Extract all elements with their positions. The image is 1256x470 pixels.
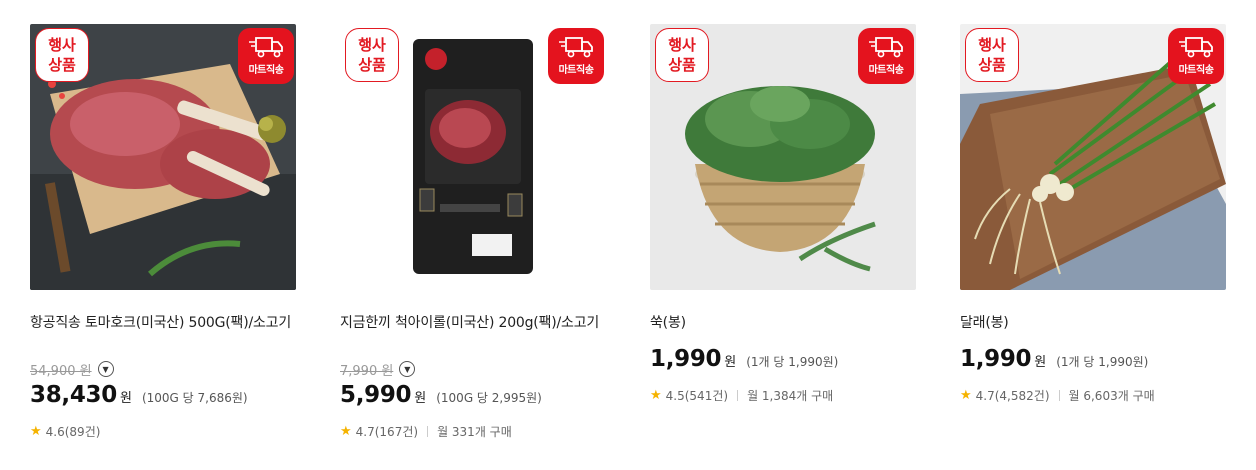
product-image[interactable]: 행사 상품 마트직송 (340, 24, 606, 290)
rating-row: ★ 4.5(541건) 월 1,384개 구매 (650, 387, 916, 404)
star-icon: ★ (960, 388, 972, 403)
mart-delivery-label: 마트직송 (1178, 65, 1214, 76)
event-badge-line2: 상품 (358, 56, 386, 74)
event-product-badge: 행사 상품 (35, 28, 89, 82)
event-badge-line2: 상품 (48, 56, 76, 74)
divider (1058, 390, 1060, 401)
rating-text: 4.5(541건) (665, 389, 729, 403)
original-price: 54,900 원 (30, 363, 92, 379)
rating-row: ★ 4.6(89건) (30, 423, 296, 440)
event-product-badge: 행사 상품 (965, 28, 1019, 82)
currency-label: 원 (119, 391, 132, 406)
product-image[interactable]: 행사 상품 마트직송 (650, 24, 916, 290)
chevron-down-circle-icon[interactable]: ▼ (97, 361, 114, 377)
divider (427, 426, 429, 437)
sale-price: 38,430 (30, 382, 117, 408)
star-icon: ★ (650, 388, 662, 403)
price-row: 38,430 원 (100G 당 7,686원) (30, 382, 296, 414)
price-row: 5,990 원 (100G 당 2,995원) (340, 382, 606, 414)
event-product-badge: 행사 상품 (345, 28, 399, 82)
product-card-chuck-eye-roll[interactable]: 행사 상품 마트직송 지금한끼 척아이롤(미국산) 200g(팩)/소고기 7,… (340, 24, 606, 440)
delivery-truck-icon (249, 37, 283, 58)
sale-price: 1,990 (650, 346, 722, 372)
event-product-badge: 행사 상품 (655, 28, 709, 82)
delivery-truck-icon (559, 37, 593, 58)
product-title[interactable]: 지금한끼 척아이롤(미국산) 200g(팩)/소고기 (340, 312, 606, 356)
event-badge-line1: 행사 (978, 36, 1006, 54)
mart-delivery-badge: 마트직송 (238, 28, 294, 84)
event-badge-line2: 상품 (668, 56, 696, 74)
rating-text: 4.6(89건) (45, 425, 101, 439)
star-icon: ★ (30, 424, 42, 439)
mart-delivery-badge: 마트직송 (858, 28, 914, 84)
mart-delivery-badge: 마트직송 (548, 28, 604, 84)
product-image[interactable]: 행사 상품 마트직송 (960, 24, 1226, 290)
product-image[interactable]: 행사 상품 마트직송 (30, 24, 296, 290)
price-row: 1,990 원 (1개 당 1,990원) (960, 346, 1226, 378)
delivery-truck-icon (1179, 37, 1213, 58)
mart-delivery-label: 마트직송 (248, 65, 284, 76)
event-badge-line1: 행사 (358, 36, 386, 54)
mart-delivery-label: 마트직송 (868, 65, 904, 76)
product-title[interactable]: 쑥(봉) (650, 312, 916, 334)
rating-text: 4.7(4,582건) (975, 389, 1050, 403)
price-row: 1,990 원 (1개 당 1,990원) (650, 346, 916, 378)
product-card-wild-chive[interactable]: 행사 상품 마트직송 달래(봉) 1,990 원 (1개 당 1,990원) ★… (960, 24, 1226, 404)
unit-price: (100G 당 2,995원) (436, 391, 542, 405)
event-badge-line1: 행사 (668, 36, 696, 54)
divider (737, 390, 739, 401)
original-price-row: 54,900 원 ▼ (30, 359, 296, 379)
unit-price: (100G 당 7,686원) (141, 391, 248, 405)
mart-delivery-badge: 마트직송 (1168, 28, 1224, 84)
delivery-truck-icon (869, 37, 903, 58)
original-price: 7,990 원 (340, 363, 394, 379)
currency-label: 원 (724, 355, 737, 370)
rating-row: ★ 4.7(4,582건) 월 6,603개 구매 (960, 387, 1226, 404)
product-card-tomahawk[interactable]: 행사 상품 마트직송 항공직송 토마호크(미국산) 500G(팩)/소고기 54… (30, 24, 296, 440)
monthly-sales: 월 331개 구매 (437, 425, 512, 439)
product-card-mugwort[interactable]: 행사 상품 마트직송 쑥(봉) 1,990 원 (1개 당 1,990원) ★ … (650, 24, 916, 404)
product-title[interactable]: 항공직송 토마호크(미국산) 500G(팩)/소고기 (30, 312, 296, 356)
rating-text: 4.7(167건) (355, 425, 419, 439)
sale-price: 1,990 (960, 346, 1032, 372)
unit-price: (1개 당 1,990원) (1056, 355, 1149, 369)
monthly-sales: 월 6,603개 구매 (1068, 389, 1155, 403)
event-badge-line2: 상품 (978, 56, 1006, 74)
product-title[interactable]: 달래(봉) (960, 312, 1226, 334)
unit-price: (1개 당 1,990원) (746, 355, 839, 369)
chevron-down-circle-icon[interactable]: ▼ (399, 361, 416, 377)
mart-delivery-label: 마트직송 (558, 65, 594, 76)
rating-row: ★ 4.7(167건) 월 331개 구매 (340, 423, 606, 440)
sale-price: 5,990 (340, 382, 412, 408)
star-icon: ★ (340, 424, 352, 439)
currency-label: 원 (1034, 355, 1047, 370)
event-badge-line1: 행사 (48, 36, 76, 54)
original-price-row: 7,990 원 ▼ (340, 359, 606, 379)
currency-label: 원 (414, 391, 427, 406)
monthly-sales: 월 1,384개 구매 (747, 389, 834, 403)
